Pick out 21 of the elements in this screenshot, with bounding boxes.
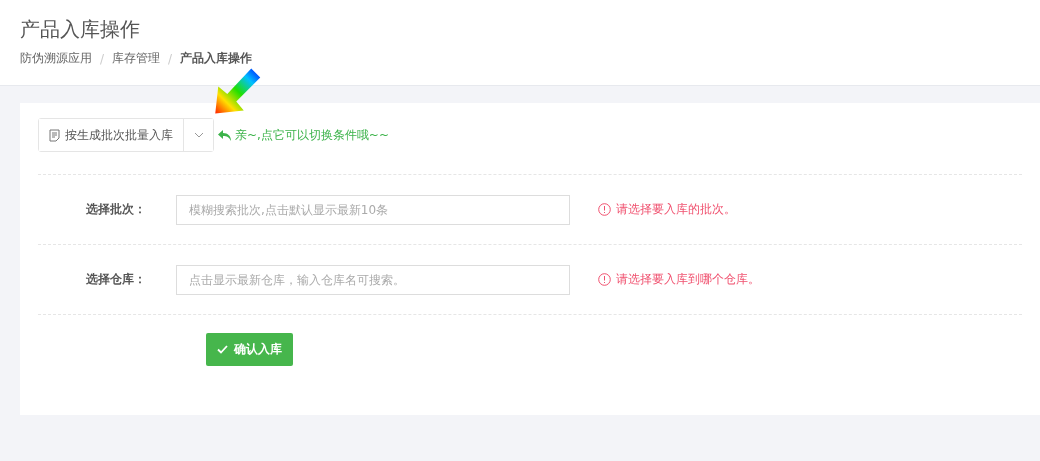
caret-icon — [193, 132, 204, 138]
field-label: 选择批次： — [85, 201, 147, 218]
document-icon — [49, 128, 60, 142]
hint-text: 亲~,点它可以切换条件哦~~ — [235, 126, 389, 144]
breadcrumb-item[interactable]: 防伪溯源应用 — [20, 50, 92, 67]
reply-arrow-icon — [218, 129, 231, 141]
page-title: 产品入库操作 — [20, 16, 141, 43]
input-field[interactable]: 模糊搜索批次,点击默认显示最新10条 — [176, 194, 570, 225]
info-icon — [598, 273, 611, 286]
info-icon — [598, 203, 611, 216]
pointer-arrow-icon — [212, 67, 262, 115]
breadcrumb-item: 产品入库操作 — [180, 50, 253, 67]
field-label: 选择仓库： — [85, 271, 147, 288]
error-message: 请选择要入库的批次。 — [616, 201, 736, 218]
breadcrumb-separator: / — [100, 51, 105, 66]
input-field[interactable]: 点击显示最新仓库，输入仓库名可搜索。 — [176, 264, 570, 295]
breadcrumb-separator: / — [168, 51, 173, 66]
check-icon — [217, 345, 228, 354]
breadcrumb-item[interactable]: 库存管理 — [112, 50, 161, 67]
error-message: 请选择要入库到哪个仓库。 — [616, 271, 760, 288]
mode-button[interactable]: 按生成批次批量入库 — [39, 119, 184, 151]
